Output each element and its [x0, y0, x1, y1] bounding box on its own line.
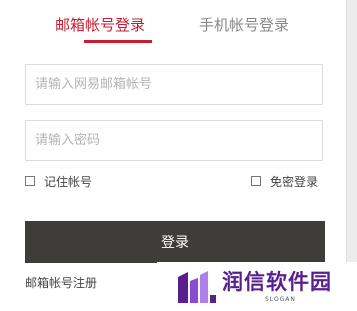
- tab-phone-login[interactable]: 手机帐号登录: [199, 14, 289, 36]
- remember-account-checkbox[interactable]: [25, 176, 35, 186]
- auto-login-option[interactable]: 免密登录: [251, 173, 318, 189]
- active-tab-underline: [84, 40, 152, 43]
- tab-email-login[interactable]: 邮箱帐号登录: [55, 14, 145, 36]
- watermark-logo-icon: [178, 271, 216, 303]
- watermark: 润信软件园 SLOGAN: [157, 262, 357, 311]
- remember-account-option[interactable]: 记住帐号: [25, 173, 92, 189]
- password-field-container: [25, 120, 323, 161]
- login-button[interactable]: 登录: [25, 221, 325, 263]
- password-input[interactable]: [26, 121, 322, 160]
- auto-login-checkbox[interactable]: [251, 176, 261, 186]
- remember-account-label: 记住帐号: [44, 174, 93, 189]
- watermark-title: 润信软件园: [222, 270, 332, 294]
- email-input[interactable]: [26, 65, 322, 104]
- register-link[interactable]: 邮箱帐号注册: [25, 274, 97, 291]
- email-field-container: [25, 64, 323, 105]
- auto-login-label: 免密登录: [270, 174, 319, 189]
- watermark-slogan: SLOGAN: [265, 296, 296, 303]
